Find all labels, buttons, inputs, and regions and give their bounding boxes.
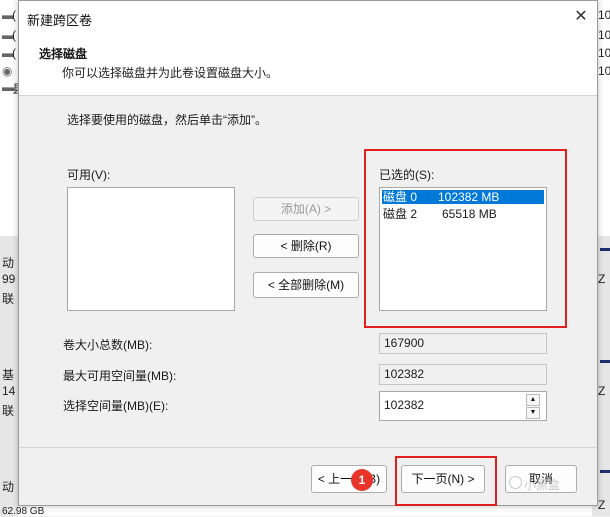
close-icon[interactable]: ✕ <box>571 7 591 27</box>
select-space-stepper[interactable]: 102382 ▲ ▼ <box>379 391 547 421</box>
step-badge: 1 <box>351 469 373 491</box>
bg-partition-bar <box>600 248 610 251</box>
bg-disk-text: 14 <box>2 384 16 398</box>
bg-disk-text: Z <box>598 272 606 286</box>
bg-disk-text: 62.98 GB <box>2 506 45 517</box>
stepper-down-icon[interactable]: ▼ <box>526 407 540 419</box>
dialog-title: 新建跨区卷 <box>27 13 93 28</box>
bg-disk-text: 基 <box>2 368 15 382</box>
bg-row-text: 10 <box>598 64 610 78</box>
total-size-value: 167900 <box>379 333 547 354</box>
footer-separator <box>19 447 597 448</box>
add-button[interactable]: 添加(A) > <box>253 197 359 221</box>
remove-all-button[interactable]: < 全部删除(M) <box>253 272 359 298</box>
bg-partition-bar <box>600 360 610 363</box>
bg-disk-text: 动 <box>2 480 15 494</box>
bg-disk-text: Z <box>598 384 606 398</box>
bg-disk-text: 联 <box>2 292 15 306</box>
wizard-header: 选择磁盘 你可以选择磁盘并为此卷设置磁盘大小。 <box>19 35 597 96</box>
bg-row-text: ( <box>12 46 16 60</box>
remove-button[interactable]: < 删除(R) <box>253 234 359 258</box>
max-space-label: 最大可用空间量(MB): <box>63 369 177 383</box>
watermark-logo-icon <box>509 476 522 489</box>
title-bar[interactable]: 新建跨区卷 ✕ <box>19 1 597 35</box>
bg-disk-text: 动 <box>2 256 15 270</box>
bg-disk-text: Z <box>598 498 606 512</box>
bg-row-text: 10 <box>598 28 610 42</box>
total-size-label: 卷大小总数(MB): <box>63 338 153 352</box>
annotation-next-box <box>395 456 497 506</box>
bg-disk-text: 联 <box>2 404 15 418</box>
back-button[interactable]: < 上一页(B) <box>311 465 387 493</box>
bg-disk-text: 99 <box>2 272 16 286</box>
new-spanned-volume-dialog: 新建跨区卷 ✕ 选择磁盘 你可以选择磁盘并为此卷设置磁盘大小。 选择要使用的磁盘… <box>18 0 598 506</box>
select-space-value: 102382 <box>384 398 425 412</box>
available-disk-list[interactable] <box>67 187 235 311</box>
available-label: 可用(V): <box>67 168 111 182</box>
header-title: 选择磁盘 <box>39 47 88 61</box>
stepper-up-icon[interactable]: ▲ <box>526 394 540 406</box>
watermark-text: 小黑盒 <box>524 478 561 492</box>
select-space-label: 选择空间量(MB)(E): <box>63 399 169 413</box>
header-subtitle: 你可以选择磁盘并为此卷设置磁盘大小。 <box>62 66 279 80</box>
bg-row-text: 10 <box>598 8 610 22</box>
bg-row-text: 10 <box>598 46 610 60</box>
annotation-highlight-box <box>364 149 567 328</box>
bg-drive-icon: ◉ <box>2 64 13 78</box>
max-space-value: 102382 <box>379 364 547 385</box>
bg-partition-bar <box>600 470 610 473</box>
bg-row-text: ( <box>12 28 16 42</box>
bg-row-text: ( <box>12 8 16 22</box>
instruction-text: 选择要使用的磁盘，然后单击“添加”。 <box>67 113 267 127</box>
